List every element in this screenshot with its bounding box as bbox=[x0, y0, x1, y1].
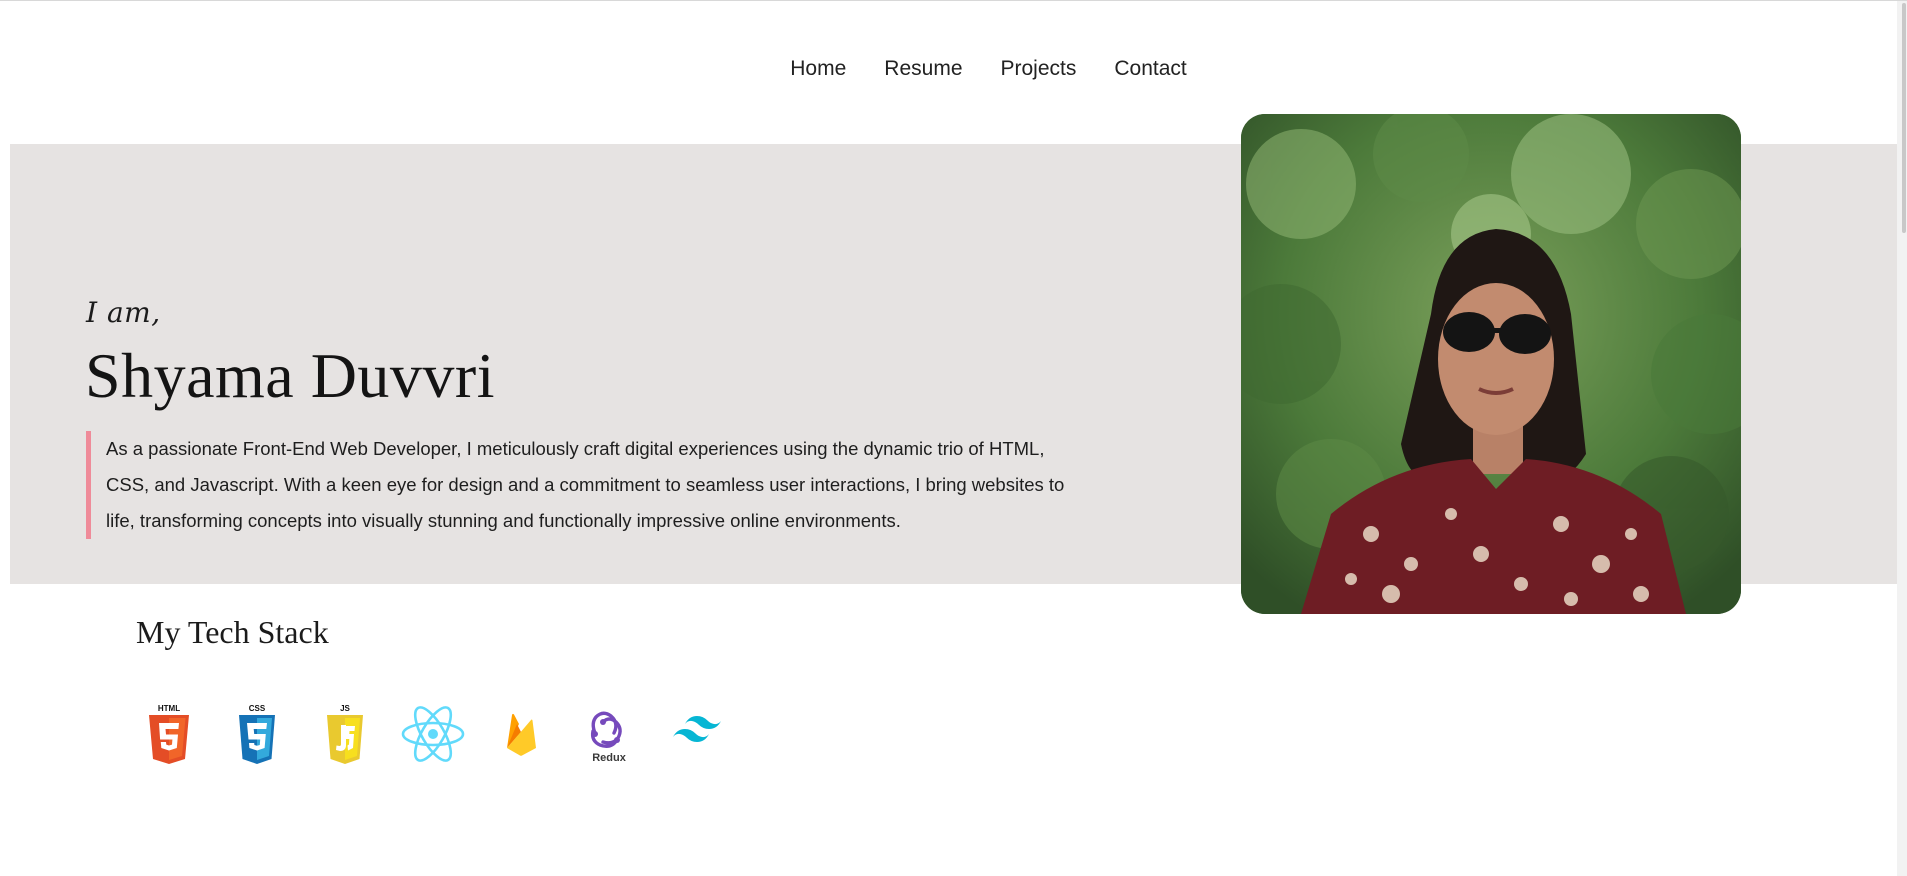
profile-photo-illustration bbox=[1241, 114, 1741, 614]
react-icon bbox=[400, 701, 466, 767]
redux-icon-label: Redux bbox=[592, 752, 627, 764]
tech-stack-icons: HTML CSS JS Redux bbox=[136, 701, 730, 767]
firebase-icon bbox=[488, 701, 554, 767]
nav-home-link[interactable]: Home bbox=[790, 57, 846, 81]
hero-greeting: I am, bbox=[86, 296, 161, 329]
javascript-icon-label: JS bbox=[340, 704, 350, 713]
main-nav: Home Resume Projects Contact bbox=[0, 57, 1907, 81]
tech-stack-title: My Tech Stack bbox=[136, 614, 329, 650]
css3-icon: CSS bbox=[224, 701, 290, 767]
html5-icon-label: HTML bbox=[158, 704, 180, 713]
nav-contact-link[interactable]: Contact bbox=[1114, 57, 1186, 81]
page-scrollbar[interactable] bbox=[1897, 1, 1907, 876]
hero-name: Shyama Duvvri bbox=[85, 340, 495, 411]
redux-icon: Redux bbox=[576, 701, 642, 767]
page: Home Resume Projects Contact I am, Shyam… bbox=[0, 0, 1907, 876]
javascript-icon: JS bbox=[312, 701, 378, 767]
scrollbar-thumb[interactable] bbox=[1902, 3, 1906, 233]
css3-icon-label: CSS bbox=[249, 704, 266, 713]
tailwind-icon bbox=[664, 701, 730, 767]
hero-bio: As a passionate Front-End Web Developer,… bbox=[86, 431, 1066, 539]
nav-projects-link[interactable]: Projects bbox=[1001, 57, 1077, 81]
html5-icon: HTML bbox=[136, 701, 202, 767]
profile-photo bbox=[1241, 114, 1741, 614]
nav-resume-link[interactable]: Resume bbox=[884, 57, 962, 81]
